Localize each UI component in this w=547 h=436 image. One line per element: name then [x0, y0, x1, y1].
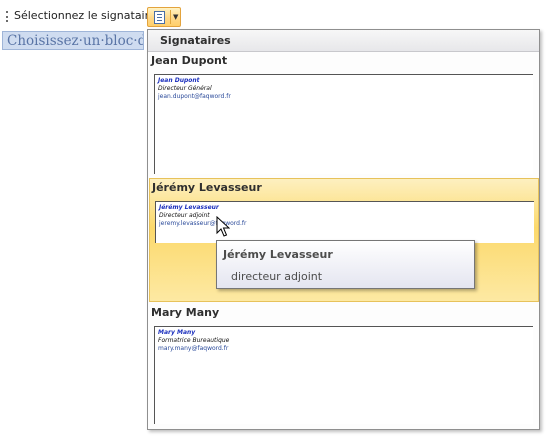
- mouse-pointer-icon: [216, 216, 230, 237]
- signature-title: Directeur adjoint: [159, 212, 210, 219]
- signature-email: jeremy.levasseur@faqword.fr: [159, 220, 247, 227]
- signature-block: Jérémy Levasseur Directeur adjoint jerem…: [159, 204, 246, 228]
- signature-title: Directeur Général: [158, 85, 212, 92]
- signer-tooltip: Jérémy Levasseur directeur adjoint: [216, 240, 475, 289]
- signature-preview: Jérémy Levasseur Directeur adjoint jerem…: [155, 201, 534, 243]
- signature-name: Mary Many: [158, 329, 196, 336]
- signature-email: mary.many@faqword.fr: [158, 345, 229, 352]
- signer-item-jean-dupont[interactable]: Jean Dupont Jean Dupont Directeur Généra…: [149, 52, 539, 178]
- chevron-down-icon: ▼: [173, 13, 179, 21]
- signature-name: Jérémy Levasseur: [159, 204, 219, 211]
- signer-name: Jérémy Levasseur: [152, 181, 262, 194]
- button-separator: [170, 10, 171, 24]
- signer-name: Mary Many: [151, 306, 220, 319]
- gallery-header: Signataires: [148, 30, 539, 52]
- signature-block: Mary Many Formatrice Bureautique mary.ma…: [158, 329, 229, 353]
- toolbar-grip-handle[interactable]: [6, 11, 10, 22]
- tooltip-title: Jérémy Levasseur: [223, 248, 333, 261]
- signature-preview: Jean Dupont Directeur Général jean.dupon…: [154, 74, 533, 174]
- signer-name: Jean Dupont: [151, 54, 228, 67]
- signer-item-mary-many[interactable]: Mary Many Mary Many Formatrice Bureautiq…: [149, 304, 539, 428]
- content-control-placeholder[interactable]: Choisissez·un·bloc·de·: [2, 31, 144, 50]
- signature-preview: Mary Many Formatrice Bureautique mary.ma…: [154, 326, 533, 424]
- gallery-title: Signataires: [160, 34, 231, 47]
- signature-block: Jean Dupont Directeur Général jean.dupon…: [158, 77, 231, 101]
- signer-gallery-dropdown-button[interactable]: ▼: [147, 7, 181, 27]
- tooltip-description: directeur adjoint: [231, 270, 323, 283]
- signature-email: jean.dupont@faqword.fr: [158, 93, 231, 100]
- toolbar-label: Sélectionnez le signataire: [14, 9, 156, 22]
- signature-name: Jean Dupont: [158, 77, 200, 84]
- signature-gallery-icon: [154, 11, 165, 24]
- signer-toolbar: Sélectionnez le signataire ▼: [2, 5, 182, 27]
- signers-gallery-panel: Signataires Jean Dupont Jean Dupont Dire…: [147, 29, 540, 430]
- signature-title: Formatrice Bureautique: [158, 337, 230, 344]
